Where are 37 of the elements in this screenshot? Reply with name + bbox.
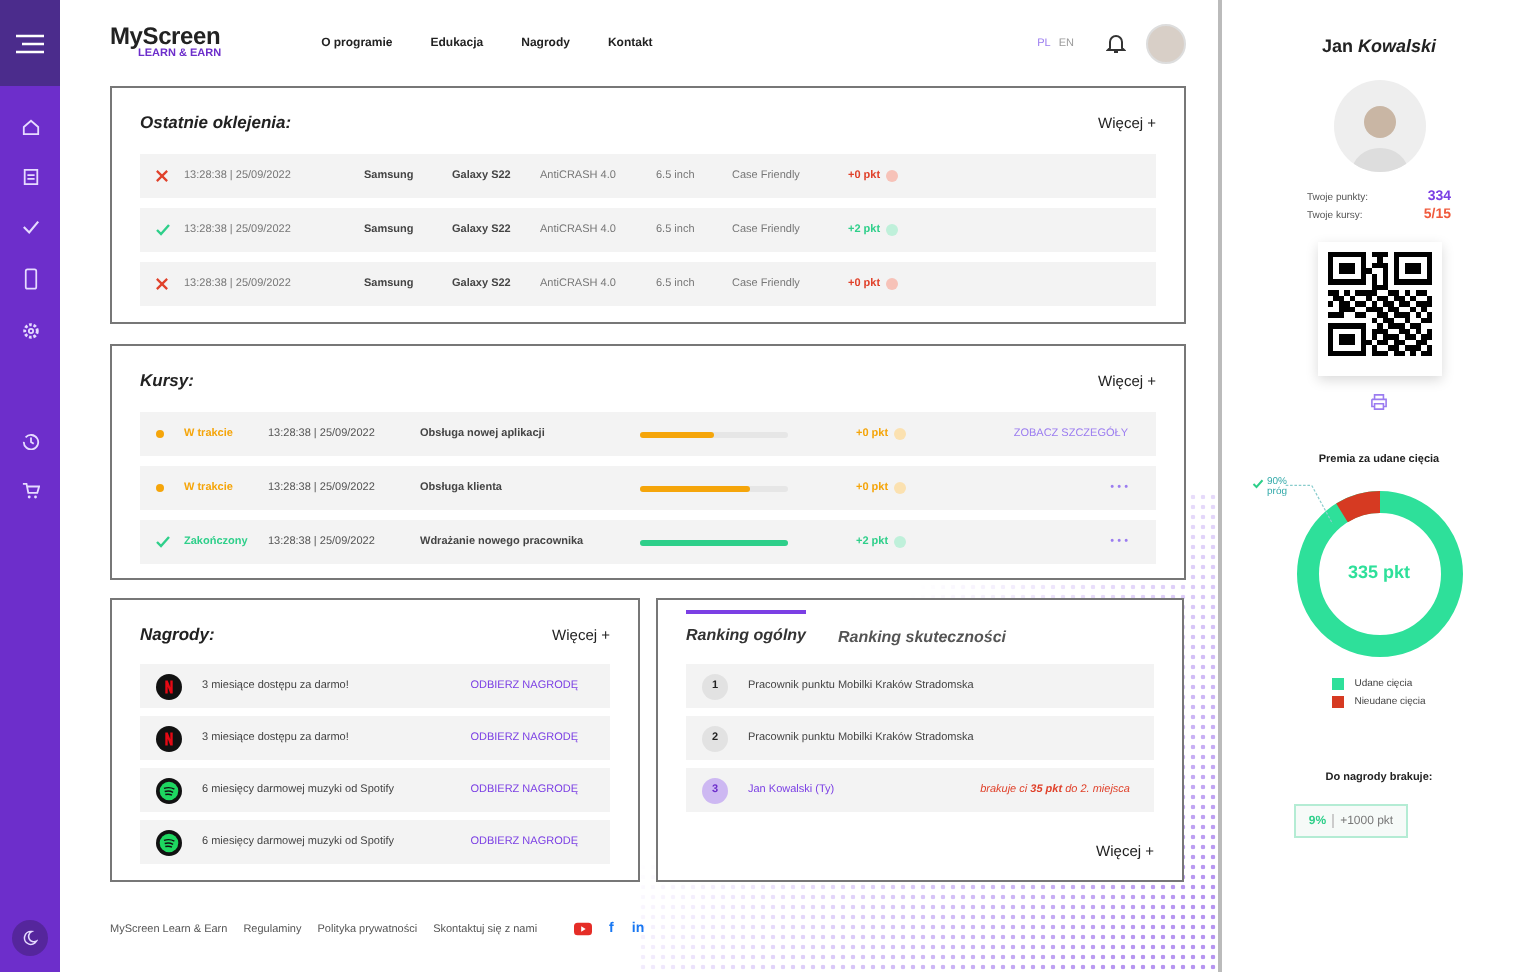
home-icon[interactable] (21, 118, 39, 136)
qr-code (1317, 242, 1441, 376)
bell-icon[interactable] (1106, 32, 1126, 54)
theme-toggle[interactable] (12, 920, 48, 956)
settings-icon[interactable] (21, 322, 39, 340)
check-icon (156, 536, 170, 548)
ranking-tab[interactable]: Ranking ogólny (686, 609, 806, 643)
check-icon[interactable] (21, 218, 39, 236)
card-title: Kursy: (140, 370, 194, 390)
phone-icon[interactable] (23, 268, 37, 290)
status-dot (156, 430, 164, 438)
video-service-icon (156, 673, 182, 699)
check-icon (1251, 478, 1263, 490)
profile-name: Jan Kowalski (1321, 36, 1437, 56)
moon-icon (22, 930, 38, 946)
menu-icon[interactable] (16, 33, 44, 53)
points-icon (886, 224, 899, 236)
points-icon (894, 428, 907, 440)
points-icon (886, 278, 899, 290)
document-icon[interactable] (21, 168, 39, 186)
music-service-icon (156, 829, 182, 855)
video-play-icon[interactable] (573, 922, 592, 936)
points-icon (894, 536, 907, 548)
card-title: Ostatnie oklejenia: (140, 112, 292, 132)
card-title: Nagrody: (140, 624, 215, 644)
status-dot (156, 484, 164, 492)
bonus-value: 335 pkt (1345, 562, 1413, 582)
music-service-icon (156, 777, 182, 803)
ranking-tab[interactable]: Ranking skuteczności (838, 623, 1007, 645)
profile-photo-placeholder (1333, 80, 1425, 172)
history-icon[interactable] (21, 432, 39, 450)
points-icon (894, 482, 907, 494)
cart-icon[interactable] (21, 482, 39, 500)
logo-name: MyScreen (110, 24, 222, 49)
print-icon[interactable] (1370, 394, 1388, 410)
video-service-icon (156, 725, 182, 751)
points-icon (886, 170, 899, 182)
